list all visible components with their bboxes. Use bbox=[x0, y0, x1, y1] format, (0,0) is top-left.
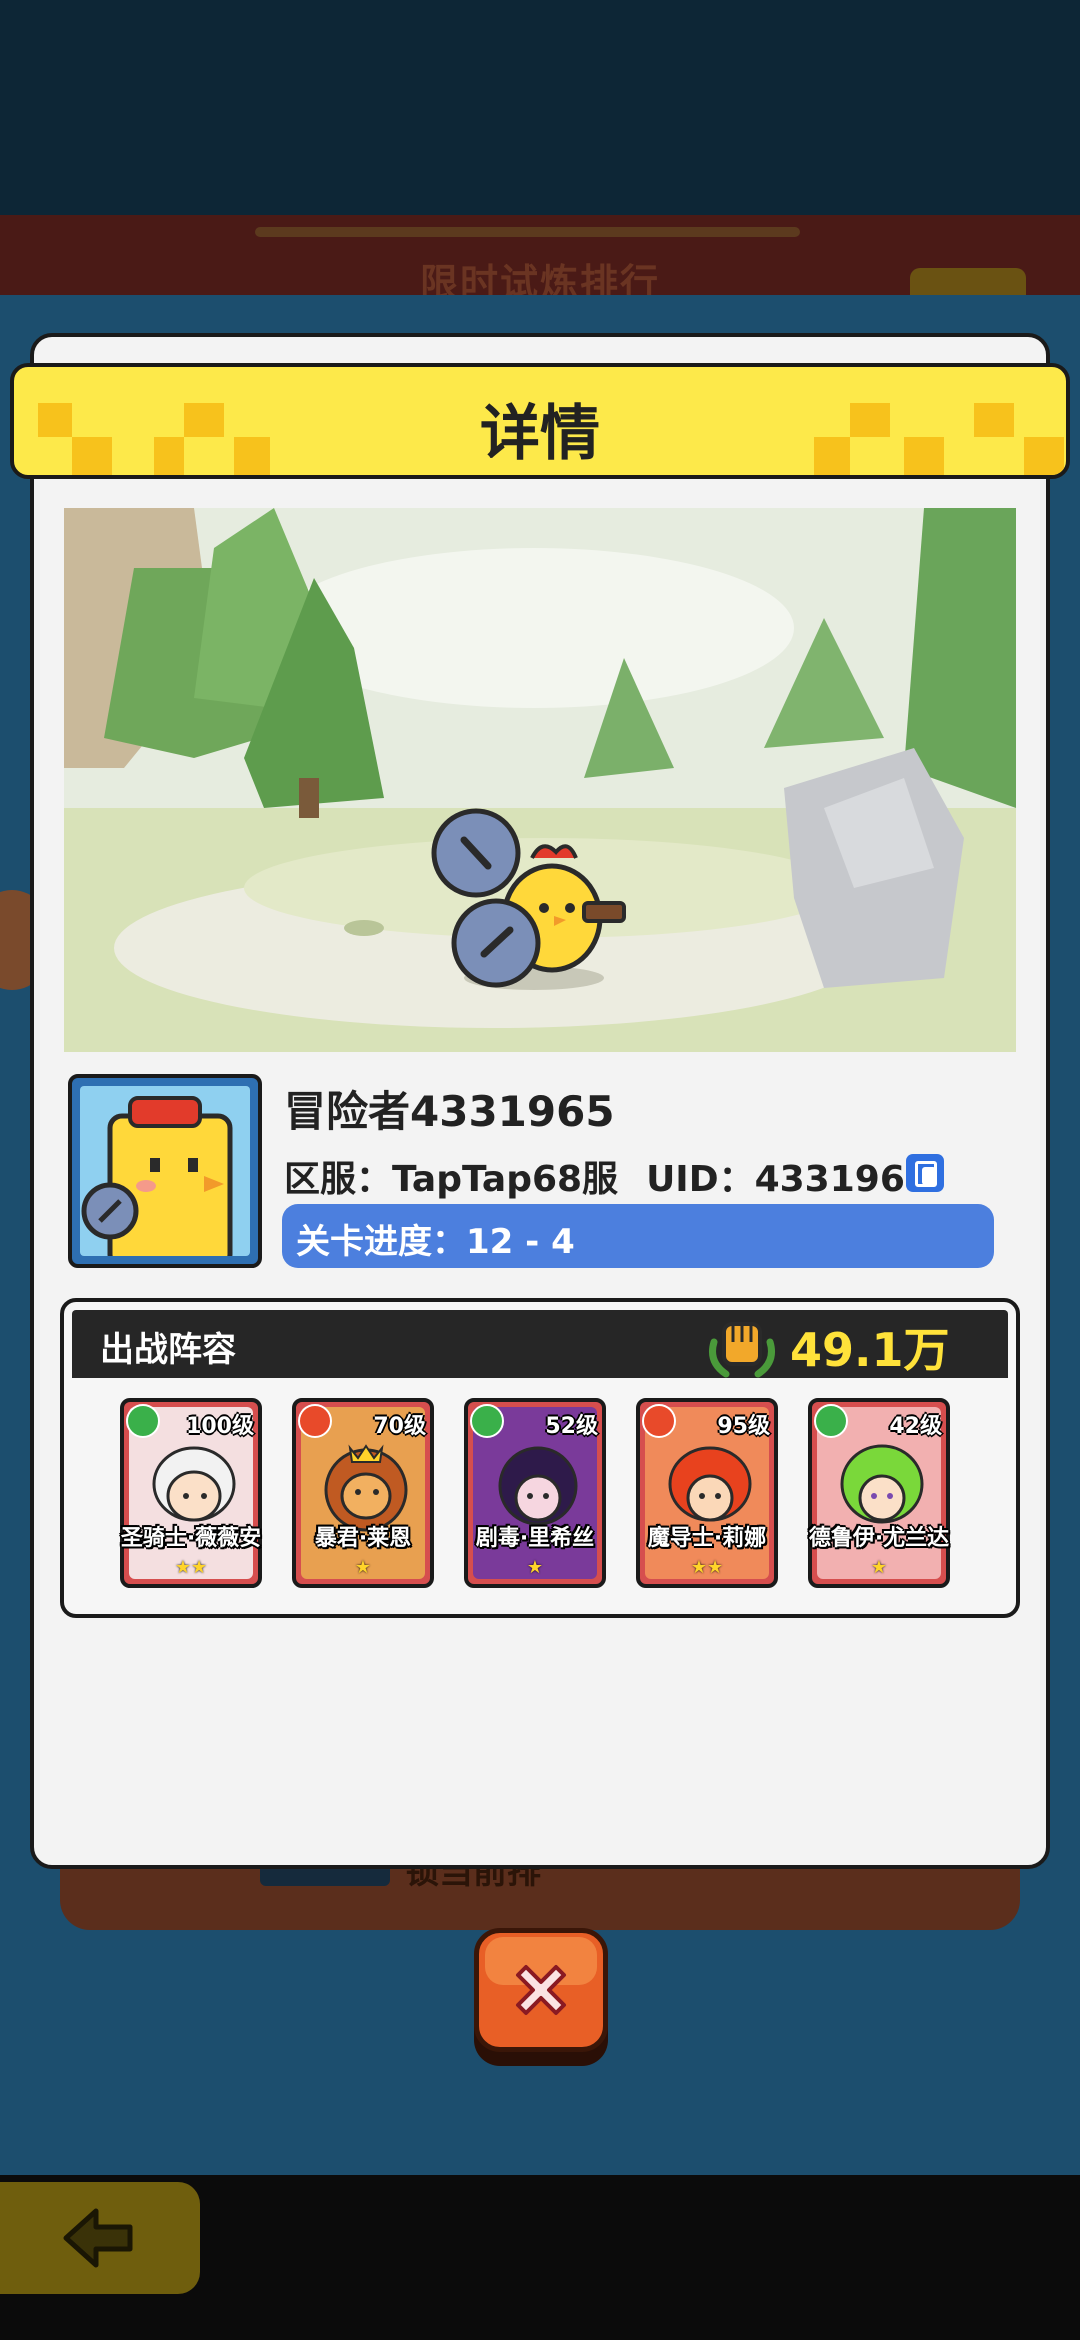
fire-element-icon bbox=[642, 1404, 676, 1438]
nature-element-icon bbox=[126, 1404, 160, 1438]
star-icon: ★ bbox=[191, 1557, 208, 1578]
hero-stars: ★ ★ bbox=[120, 1558, 262, 1578]
fire-element-icon bbox=[298, 1404, 332, 1438]
hero-name: 德鲁伊·尤兰达 bbox=[808, 1526, 950, 1551]
star-icon: ★ bbox=[174, 1557, 191, 1578]
uid-label: UID：4331965 bbox=[646, 1159, 930, 1200]
player-name: 冒险者4331965 bbox=[284, 1087, 615, 1136]
star-icon: ★ bbox=[690, 1557, 707, 1578]
stage-progress-label: 关卡进度：12 - 4 bbox=[296, 1222, 575, 1262]
hero-stars: ★ ★ bbox=[636, 1558, 778, 1578]
hero-stars: ★ bbox=[808, 1558, 950, 1578]
hero-level: 70级 bbox=[373, 1414, 426, 1439]
battle-scene-image bbox=[64, 508, 1016, 1052]
close-button[interactable] bbox=[474, 1928, 608, 2052]
background-top bbox=[0, 0, 1080, 215]
copy-uid-button[interactable] bbox=[906, 1154, 944, 1192]
hero-level: 52级 bbox=[545, 1414, 598, 1439]
combat-power-value: 49.1万 bbox=[790, 1323, 950, 1377]
nature-element-icon bbox=[470, 1404, 504, 1438]
dialog-header: 详情 bbox=[10, 363, 1070, 479]
hero-stars: ★ bbox=[292, 1558, 434, 1578]
close-x-icon bbox=[516, 1965, 566, 2015]
hero-name: 圣骑士·薇薇安 bbox=[120, 1526, 262, 1551]
hero-name: 魔导士·莉娜 bbox=[647, 1526, 767, 1551]
server-uid-row: 区服：TapTap68服 UID：4331965 bbox=[284, 1150, 930, 1202]
back-arrow-icon bbox=[63, 2208, 133, 2268]
hero-name: 暴君·莱恩 bbox=[314, 1526, 412, 1551]
star-icon: ★ bbox=[707, 1557, 724, 1578]
player-avatar[interactable] bbox=[68, 1074, 262, 1268]
hero-level: 42级 bbox=[889, 1414, 942, 1439]
hero-name: 剧毒·里希丝 bbox=[475, 1526, 595, 1551]
hero-level: 100级 bbox=[186, 1414, 254, 1439]
dialog-title: 详情 bbox=[480, 399, 600, 469]
nature-element-icon bbox=[814, 1404, 848, 1438]
hero-level: 95级 bbox=[717, 1414, 770, 1439]
fist-power-icon bbox=[709, 1322, 775, 1378]
lineup-title: 出战阵容 bbox=[100, 1330, 236, 1370]
star-icon: ★ bbox=[354, 1557, 372, 1578]
star-icon: ★ bbox=[526, 1557, 544, 1578]
star-icon: ★ bbox=[870, 1557, 888, 1578]
server-label: 区服：TapTap68服 bbox=[284, 1159, 619, 1200]
back-button[interactable] bbox=[0, 2182, 200, 2294]
hero-stars: ★ bbox=[464, 1558, 606, 1578]
